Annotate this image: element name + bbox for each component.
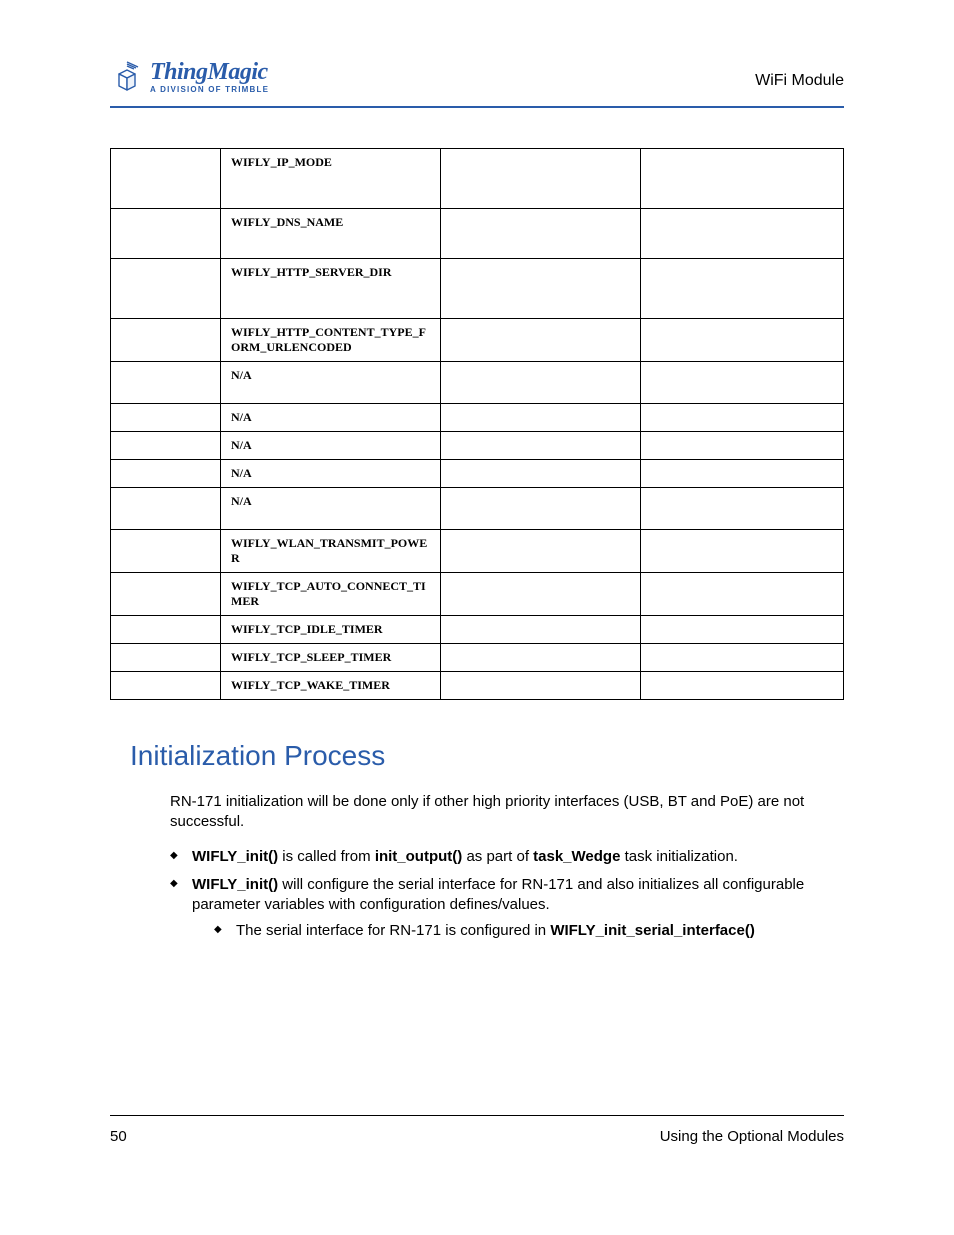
table-cell [111, 149, 221, 209]
table-cell: WIFLY_IP_MODE [221, 149, 441, 209]
table-row: WIFLY_TCP_IDLE_TIMER [111, 616, 844, 644]
logo: ThingMagic A DIVISION OF TRIMBLE [110, 60, 269, 98]
table-cell [441, 530, 641, 573]
table-row: N/A [111, 404, 844, 432]
table-cell [441, 404, 641, 432]
table-cell [441, 259, 641, 319]
page-header: ThingMagic A DIVISION OF TRIMBLE WiFi Mo… [110, 60, 844, 108]
table-cell [111, 460, 221, 488]
table-cell [641, 319, 844, 362]
code-ref: WIFLY_init() [192, 848, 278, 865]
table-cell: WIFLY_TCP_SLEEP_TIMER [221, 644, 441, 672]
bullet-list: WIFLY_init() is called from init_output(… [170, 847, 844, 942]
sub-list: The serial interface for RN-171 is confi… [214, 921, 844, 941]
section-heading: Initialization Process [130, 740, 844, 772]
table-cell [441, 616, 641, 644]
table-cell [641, 404, 844, 432]
code-ref: WIFLY_init_serial_interface() [550, 922, 755, 939]
table-cell: WIFLY_HTTP_CONTENT_TYPE_FORM_URLENCODED [221, 319, 441, 362]
table-cell [441, 149, 641, 209]
table-cell [111, 209, 221, 259]
page-number: 50 [110, 1128, 127, 1145]
table-cell: WIFLY_WLAN_TRANSMIT_POWER [221, 530, 441, 573]
table-cell [441, 432, 641, 460]
table-row: N/A [111, 488, 844, 530]
table-cell [641, 432, 844, 460]
table-cell [641, 149, 844, 209]
table-cell [111, 404, 221, 432]
code-ref: task_Wedge [533, 848, 620, 865]
table-cell [111, 319, 221, 362]
table-cell [641, 530, 844, 573]
table-row: WIFLY_HTTP_CONTENT_TYPE_FORM_URLENCODED [111, 319, 844, 362]
table-cell [441, 460, 641, 488]
table-cell [111, 672, 221, 700]
table-cell: WIFLY_TCP_AUTO_CONNECT_TIMER [221, 573, 441, 616]
footer-title: Using the Optional Modules [660, 1128, 844, 1145]
list-item: WIFLY_init() will configure the serial i… [170, 875, 844, 942]
table-row: WIFLY_TCP_AUTO_CONNECT_TIMER [111, 573, 844, 616]
table-cell [111, 644, 221, 672]
code-ref: init_output() [375, 848, 462, 865]
table-cell [641, 460, 844, 488]
table-row: N/A [111, 460, 844, 488]
code-ref: WIFLY_init() [192, 876, 278, 893]
table-row: WIFLY_WLAN_TRANSMIT_POWER [111, 530, 844, 573]
table-row: N/A [111, 362, 844, 404]
table-cell [641, 644, 844, 672]
table-row: WIFLY_DNS_NAME [111, 209, 844, 259]
table-cell [111, 259, 221, 319]
table-cell [441, 319, 641, 362]
table-cell [111, 530, 221, 573]
table-cell [441, 488, 641, 530]
table-cell [111, 573, 221, 616]
table-cell [441, 672, 641, 700]
table-row: N/A [111, 432, 844, 460]
table-cell [441, 209, 641, 259]
table-cell [641, 362, 844, 404]
table-cell: N/A [221, 432, 441, 460]
table-cell [111, 488, 221, 530]
table-cell: N/A [221, 460, 441, 488]
table-cell [441, 362, 641, 404]
table-cell: WIFLY_TCP_IDLE_TIMER [221, 616, 441, 644]
table-cell [641, 259, 844, 319]
table-cell [111, 432, 221, 460]
table-cell [111, 616, 221, 644]
table-row: WIFLY_HTTP_SERVER_DIR [111, 259, 844, 319]
table-row: WIFLY_TCP_WAKE_TIMER [111, 672, 844, 700]
logo-subtitle: A DIVISION OF TRIMBLE [150, 86, 269, 94]
wifly-params-table: WIFLY_IP_MODEWIFLY_DNS_NAMEWIFLY_HTTP_SE… [110, 148, 844, 700]
list-item: The serial interface for RN-171 is confi… [214, 921, 844, 941]
table-cell: WIFLY_DNS_NAME [221, 209, 441, 259]
table-cell [641, 672, 844, 700]
header-title: WiFi Module [755, 60, 844, 90]
table-cell [441, 644, 641, 672]
table-cell [641, 488, 844, 530]
table-cell [641, 573, 844, 616]
table-cell: N/A [221, 362, 441, 404]
page-footer: 50 Using the Optional Modules [110, 1115, 844, 1145]
table-cell: N/A [221, 488, 441, 530]
intro-paragraph: RN-171 initialization will be done only … [170, 792, 844, 833]
table-row: WIFLY_TCP_SLEEP_TIMER [111, 644, 844, 672]
table-cell [111, 362, 221, 404]
table-cell [641, 616, 844, 644]
logo-cube-icon [110, 60, 144, 98]
logo-brand: ThingMagic [150, 60, 269, 84]
table-cell: WIFLY_HTTP_SERVER_DIR [221, 259, 441, 319]
table-row: WIFLY_IP_MODE [111, 149, 844, 209]
table-cell: WIFLY_TCP_WAKE_TIMER [221, 672, 441, 700]
table-cell [641, 209, 844, 259]
table-cell: N/A [221, 404, 441, 432]
table-cell [441, 573, 641, 616]
list-item: WIFLY_init() is called from init_output(… [170, 847, 844, 867]
